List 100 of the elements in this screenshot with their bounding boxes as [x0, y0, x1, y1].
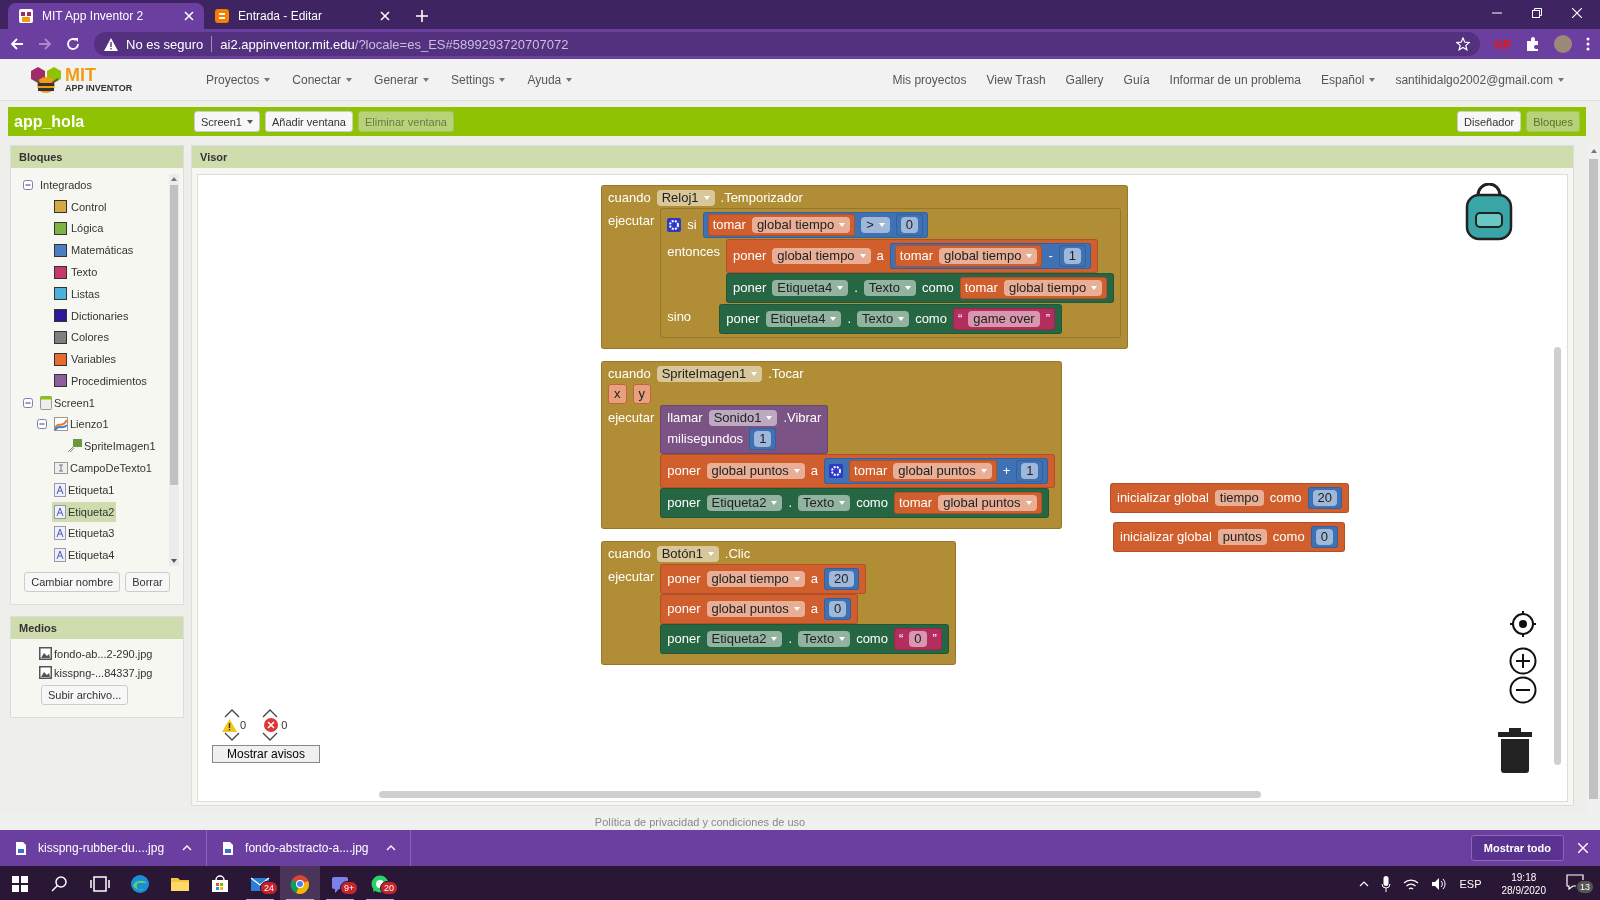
value-field[interactable]: 0	[829, 601, 847, 617]
tree-item[interactable]: Etiqueta4	[52, 545, 117, 566]
collapse-icon[interactable]	[37, 419, 47, 430]
setter-block[interactable]: poner Etiqueta2 . Texto como “ 0 ”	[660, 624, 949, 654]
taskbar-button[interactable]	[280, 866, 320, 900]
header-link[interactable]: santihidalgo2002@gmail.com	[1395, 68, 1564, 91]
caret-down-icon[interactable]	[262, 732, 278, 741]
tree-item[interactable]: Procedimientos	[52, 371, 149, 391]
zoom-out-icon[interactable]	[1509, 676, 1537, 704]
math-block[interactable]: 0	[1310, 526, 1338, 548]
if-block[interactable]: si tomar global tiempo > 0 entonces poner global tiempo a tomar global tiempo - 1 poner Etiqueta4 . Texto como tomar global tiempo sino poner Etiqueta4 . Texto como “ game over ”	[660, 208, 1122, 338]
math-block[interactable]: 1	[1058, 245, 1086, 267]
view-toggle-button[interactable]: Diseñador	[1457, 111, 1522, 132]
math-block[interactable]: 20	[824, 568, 859, 590]
text-block[interactable]: “ game over ”	[952, 308, 1056, 330]
dropdown-field[interactable]: global tiempo	[751, 217, 851, 233]
math-block[interactable]: 0	[824, 598, 852, 620]
dropdown-field[interactable]: Etiqueta2	[706, 631, 783, 647]
setter-block[interactable]: poner Etiqueta4 . Texto como tomar global tiempo	[726, 273, 1115, 303]
caret-down-icon[interactable]	[224, 732, 240, 741]
header-link[interactable]: Español	[1321, 68, 1376, 91]
setter-block[interactable]: poner Etiqueta2 . Texto como tomar global puntos	[660, 488, 1049, 518]
tree-item[interactable]: Etiqueta1	[52, 479, 117, 500]
math-block[interactable]: tomar global tiempo > 0	[702, 212, 929, 238]
taskbar-button[interactable]: 20	[360, 866, 400, 900]
caret-up-icon[interactable]	[262, 709, 278, 718]
tree-item[interactable]: Lienzo1	[52, 414, 111, 435]
variable-block[interactable]: inicializar global puntos como 0	[1113, 522, 1345, 552]
variable-block[interactable]: tomar global tiempo	[894, 245, 1043, 267]
method-block[interactable]: llamar Sonido1 .Vibrar milisegundos 1	[660, 405, 829, 454]
parameter-chip[interactable]: x	[608, 384, 627, 404]
recenter-icon[interactable]	[1509, 610, 1537, 638]
math-block[interactable]: 1	[1016, 460, 1044, 482]
header-link[interactable]: View Trash	[986, 68, 1046, 91]
dropdown-field[interactable]: global puntos	[706, 463, 805, 479]
parameter-chip[interactable]: y	[632, 384, 651, 404]
dropdown-field[interactable]: Etiqueta4	[772, 280, 849, 296]
tree-item[interactable]: Variables	[52, 349, 119, 369]
toolbar-button[interactable]: Screen1	[194, 111, 260, 132]
show-all-button[interactable]: Mostrar todo	[1470, 835, 1564, 861]
toolbar-button[interactable]: Añadir ventana	[265, 111, 353, 132]
tree-item[interactable]: Dictionaries	[52, 306, 131, 326]
zoom-in-icon[interactable]	[1509, 647, 1537, 675]
download-item[interactable]: fondo-abstracto-a....jpg	[223, 841, 369, 855]
tree-item[interactable]: Listas	[52, 284, 102, 304]
gear-icon[interactable]	[829, 464, 844, 478]
dropdown-field[interactable]: >	[861, 217, 890, 233]
media-file[interactable]: kisspng-...84337.jpg	[39, 666, 183, 679]
event-block[interactable]: cuando Botón1 .Clic ejecutar poner global tiempo a 20 poner global puntos a 0 poner Etiqueta2 . Texto como “ 0 ”	[601, 541, 956, 665]
forward-icon[interactable]	[38, 37, 52, 51]
dropdown-field[interactable]: global puntos	[938, 495, 1037, 511]
menu-item[interactable]: Generar	[374, 68, 430, 91]
show-warnings-button[interactable]: Mostrar avisos	[212, 745, 321, 763]
menu-item[interactable]: Settings	[451, 68, 506, 91]
variable-block[interactable]: tomar global tiempo	[959, 277, 1108, 299]
variable-block[interactable]: tomar global puntos	[893, 492, 1042, 514]
dropdown-field[interactable]: global tiempo	[1003, 280, 1103, 296]
volume-icon[interactable]	[1431, 876, 1448, 891]
value-field[interactable]: 20	[829, 571, 854, 587]
tree-item[interactable]: CampoDeTexto1	[52, 459, 154, 478]
tree-item[interactable]: Matemáticas	[52, 240, 136, 260]
tree-item[interactable]: Screen1	[38, 392, 97, 413]
value-field[interactable]: 1	[1021, 463, 1039, 479]
upload-button[interactable]: Subir archivo...	[41, 685, 129, 705]
variable-block[interactable]: poner global tiempo a tomar global tiempo - 1	[726, 239, 1098, 273]
close-icon[interactable]	[1572, 8, 1582, 18]
clock[interactable]: 19:18 28/9/2020	[1501, 870, 1546, 897]
logo-icon[interactable]	[30, 64, 62, 95]
gear-icon[interactable]	[667, 218, 682, 232]
header-link[interactable]: Mis proyectos	[892, 68, 967, 91]
menu-item[interactable]: Conectar	[292, 68, 353, 91]
collapse-icon[interactable]	[23, 397, 33, 408]
trash-icon[interactable]	[1498, 727, 1532, 773]
dropdown-field[interactable]: Etiqueta4	[765, 311, 842, 327]
microphone-icon[interactable]	[1381, 875, 1392, 892]
event-block[interactable]: cuando SpriteImagen1 .Tocar x y ejecutar llamar Sonido1 .Vibrar milisegundos 1 poner global puntos a tomar global puntos + 1 poner Etiqueta2 . Texto como tomar global puntos	[601, 361, 1063, 529]
value-field[interactable]: 0	[900, 217, 919, 233]
dropdown-field[interactable]: Texto	[798, 495, 851, 511]
browser-tab[interactable]: Entrada - Editar	[204, 3, 400, 29]
tree-item[interactable]: Colores	[52, 327, 111, 347]
dropdown-field[interactable]: global tiempo	[939, 248, 1038, 264]
tree-item[interactable]: Control	[52, 197, 109, 217]
value-field[interactable]: 1	[754, 431, 772, 447]
setter-block[interactable]: poner Etiqueta4 . Texto como “ game over ”	[719, 304, 1063, 334]
tree-item[interactable]: Lógica	[52, 218, 106, 238]
variable-block[interactable]: tomar global tiempo	[707, 214, 856, 236]
back-icon[interactable]	[10, 37, 24, 51]
media-file[interactable]: fondo-ab...2-290.jpg	[39, 647, 183, 660]
star-icon[interactable]	[1455, 37, 1470, 51]
dropdown-field[interactable]: Reloj1	[656, 190, 715, 206]
dropdown-field[interactable]: global tiempo	[772, 248, 871, 264]
taskbar-button[interactable]: 24	[240, 866, 280, 900]
download-item[interactable]: kisspng-rubber-du....jpg	[16, 841, 165, 855]
close-icon[interactable]	[380, 11, 390, 21]
math-block[interactable]: tomar global puntos + 1	[824, 458, 1049, 484]
value-field[interactable]: 0	[1315, 529, 1333, 545]
tree-item[interactable]: Etiqueta2	[52, 501, 117, 522]
view-toggle-button[interactable]: Bloques	[1526, 111, 1580, 132]
text-block[interactable]: “ 0 ”	[893, 628, 942, 650]
value-field[interactable]: 1	[1063, 248, 1081, 264]
